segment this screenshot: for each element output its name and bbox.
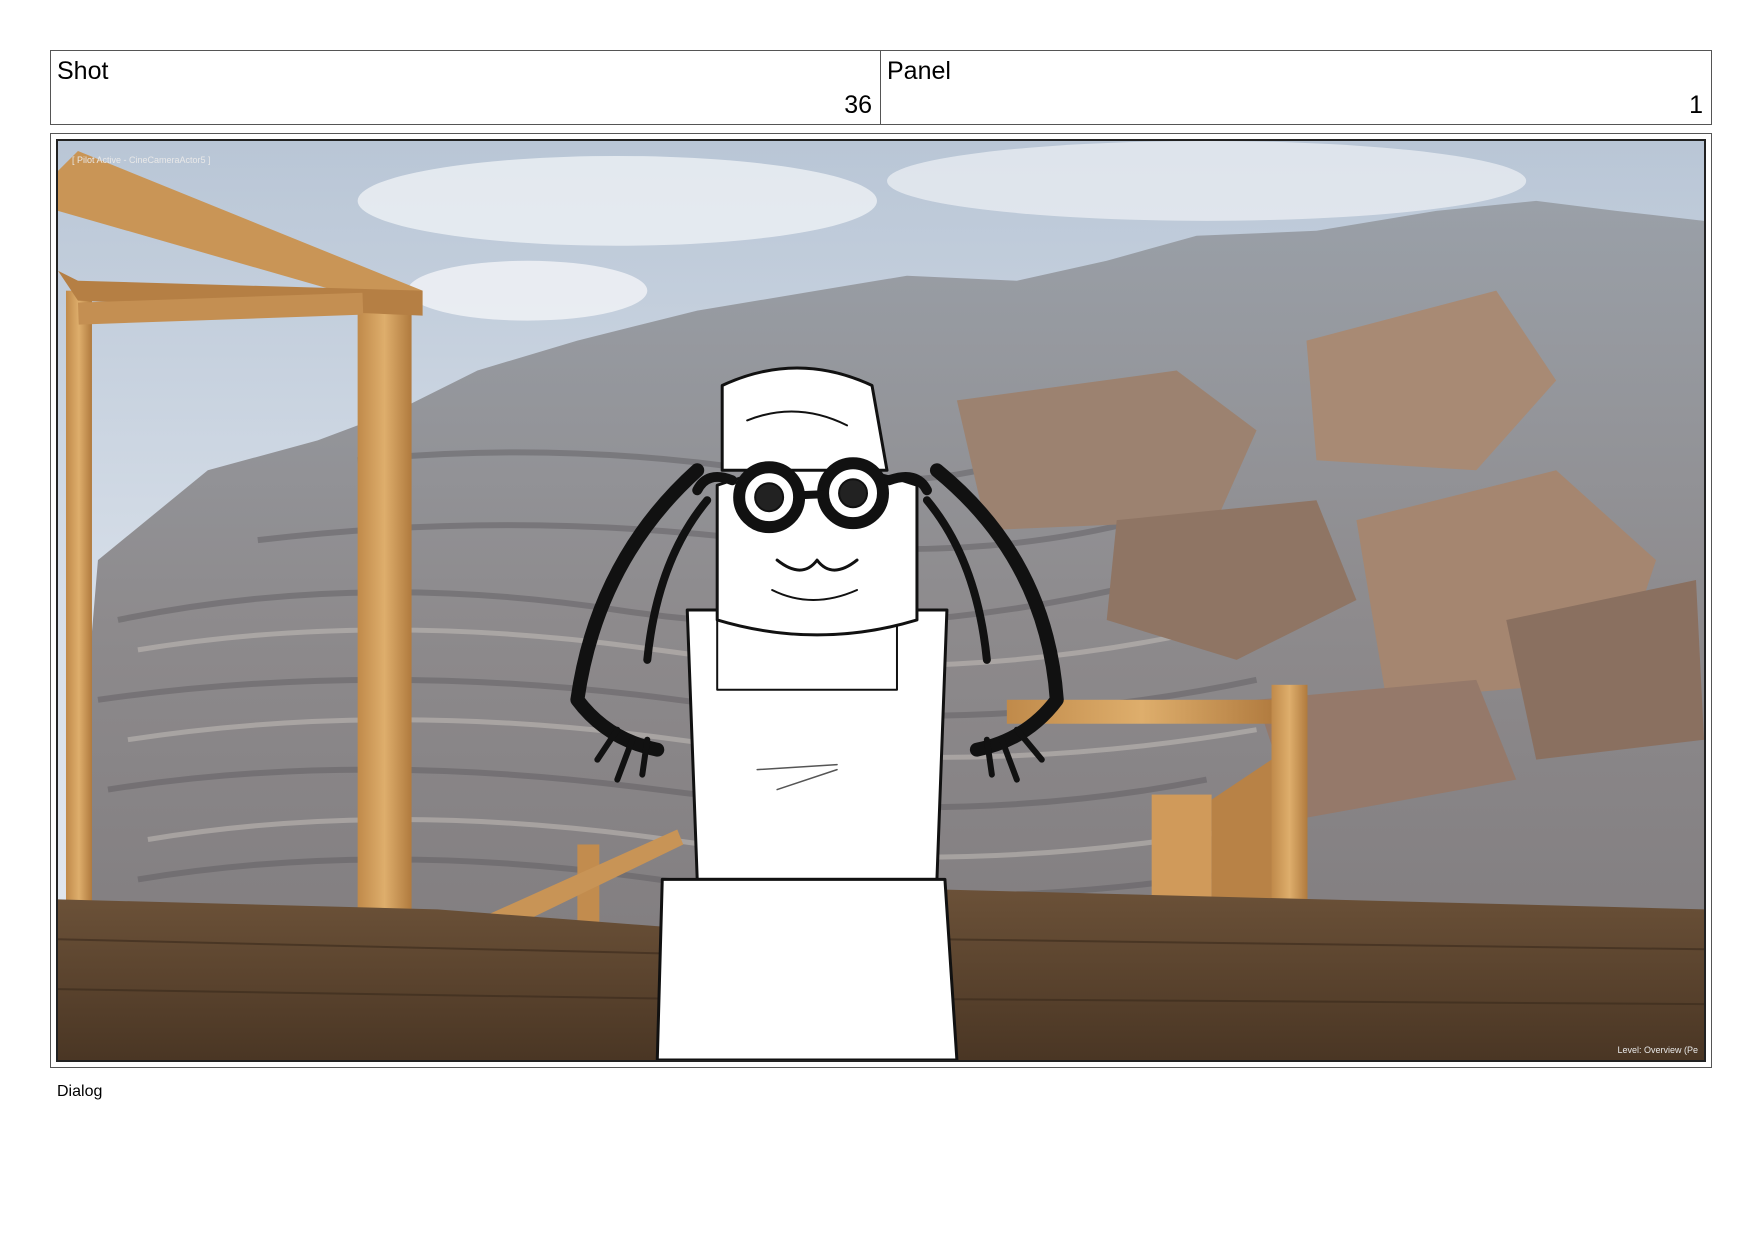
storyboard-image: [ Pilot Active - CineCameraActor5 ] Leve…	[56, 139, 1706, 1062]
shot-label: Shot	[57, 57, 109, 85]
shot-panel-header: Shot 36 Panel 1	[50, 50, 1712, 125]
viewport-pilot-label: [ Pilot Active - CineCameraActor5 ]	[72, 155, 211, 165]
panel-label: Panel	[887, 57, 951, 85]
panel-cell: Panel 1	[881, 51, 1711, 124]
viewport-level-label: Level: Overview (Pe	[1617, 1045, 1698, 1055]
panel-number: 1	[1689, 91, 1703, 119]
shot-number: 36	[844, 91, 872, 119]
shot-cell: Shot 36	[51, 51, 881, 124]
dialog-label: Dialog	[57, 1083, 103, 1100]
storyboard-frame: [ Pilot Active - CineCameraActor5 ] Leve…	[50, 133, 1712, 1068]
scene-illustration	[58, 141, 1704, 1060]
